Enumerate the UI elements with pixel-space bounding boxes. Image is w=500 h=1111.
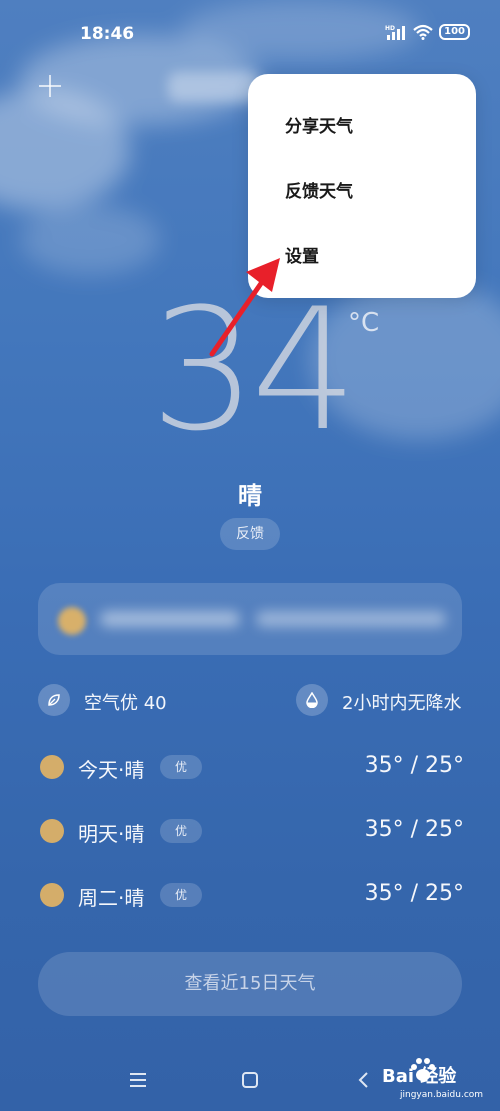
home-nav-icon[interactable]	[238, 1068, 262, 1092]
forecast-day-label: 周二·晴	[78, 886, 145, 910]
plus-icon[interactable]	[36, 72, 64, 100]
status-time: 18:46	[80, 24, 135, 44]
temperature-unit: °C	[348, 308, 380, 338]
sun-icon	[40, 755, 64, 779]
precipitation-label[interactable]: 2小时内无降水	[342, 689, 461, 715]
annotation-arrow	[209, 258, 280, 357]
forecast-temps: 35° / 25°	[364, 753, 464, 778]
alert-text-blurred	[100, 611, 240, 627]
signal-icon: HD	[385, 25, 406, 40]
aqi-badge: 优	[160, 883, 202, 907]
alert-text-blurred	[256, 611, 446, 627]
watermark-brand: Bai 经验	[382, 1066, 457, 1087]
forecast-day-label: 明天·晴	[78, 822, 145, 846]
forecast-day-label: 今天·晴	[78, 758, 145, 782]
menu-item-feedback-weather[interactable]: 反馈天气	[285, 177, 353, 202]
weather-alert-card[interactable]	[38, 583, 462, 655]
battery-icon: 100	[439, 24, 470, 40]
city-name-blurred	[168, 72, 260, 102]
air-quality-label[interactable]: 空气优 40	[84, 689, 167, 715]
weather-condition: 晴	[238, 482, 262, 510]
sun-icon	[40, 883, 64, 907]
sun-icon	[58, 607, 86, 635]
leaf-icon	[38, 684, 70, 716]
aqi-badge: 优	[160, 819, 202, 843]
back-nav-icon[interactable]	[352, 1068, 376, 1092]
menu-nav-icon[interactable]	[126, 1068, 150, 1092]
svg-text:HD: HD	[385, 25, 395, 32]
watermark-url: jingyan.baidu.com	[400, 1090, 484, 1100]
forecast-temps: 35° / 25°	[364, 817, 464, 842]
view-15-day-forecast-button[interactable]: 查看近15日天气	[38, 952, 462, 1016]
feedback-button[interactable]: 反馈	[220, 518, 280, 550]
status-icons: HD 100	[385, 24, 470, 40]
aqi-badge: 优	[160, 755, 202, 779]
wifi-icon	[413, 24, 433, 40]
forecast-temps: 35° / 25°	[364, 881, 464, 906]
menu-item-share-weather[interactable]: 分享天气	[285, 112, 353, 137]
water-drop-icon	[296, 684, 328, 716]
sun-icon	[40, 819, 64, 843]
